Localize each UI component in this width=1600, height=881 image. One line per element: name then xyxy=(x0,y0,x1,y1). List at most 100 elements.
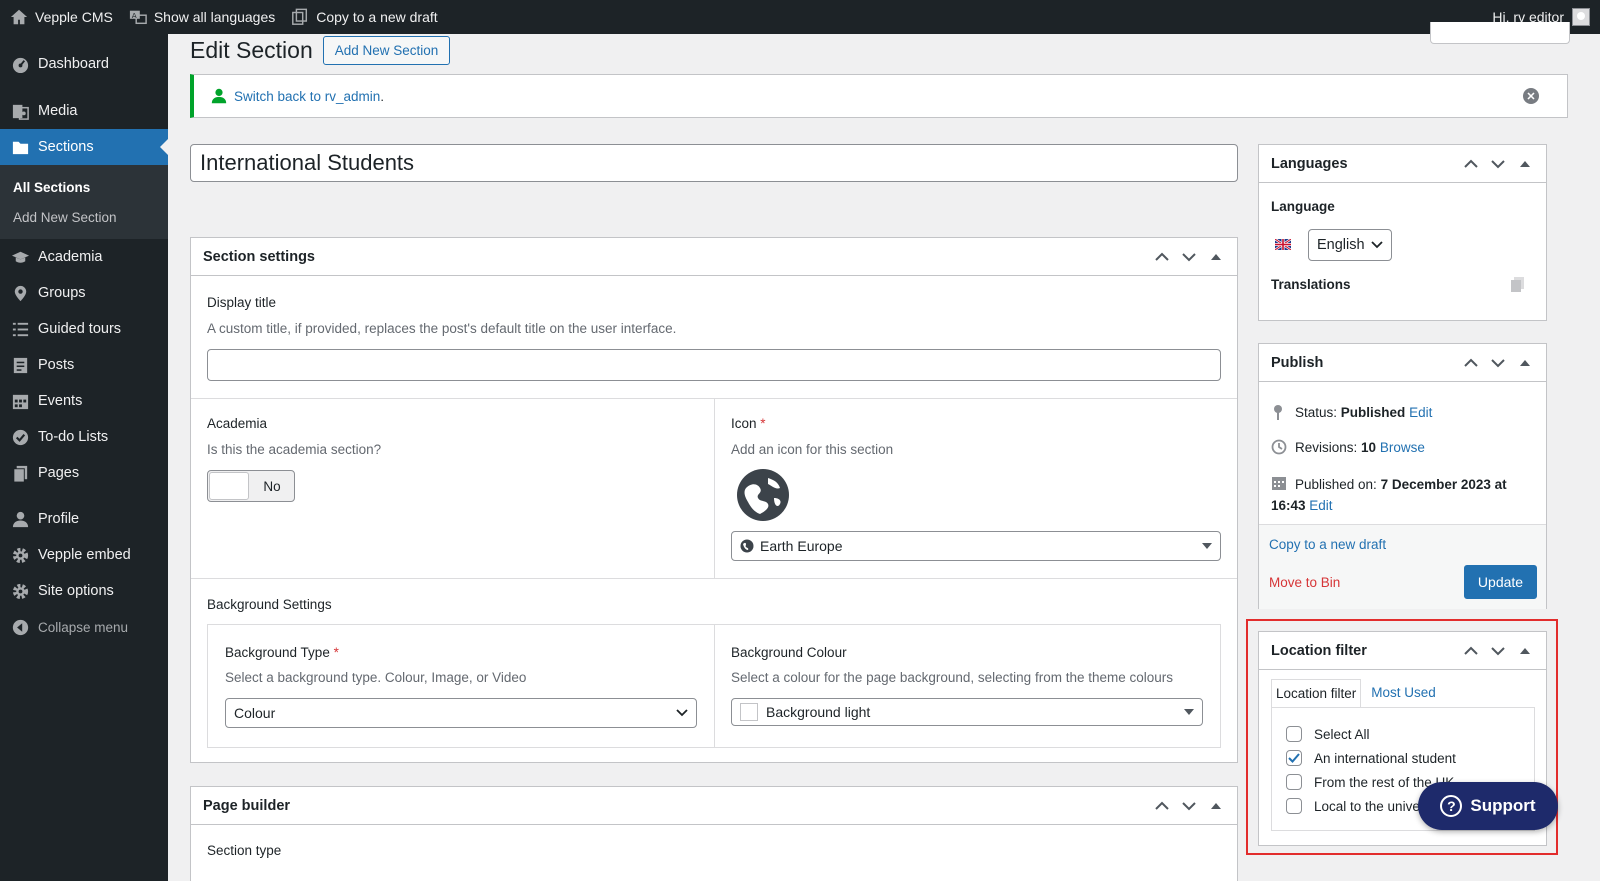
page-title: Edit Section xyxy=(190,36,313,63)
icon-select-value: Earth Europe xyxy=(760,538,843,554)
checkbox[interactable] xyxy=(1286,774,1302,790)
move-down-icon[interactable] xyxy=(1484,646,1511,656)
move-down-icon[interactable] xyxy=(1484,159,1511,169)
move-to-bin-link[interactable]: Move to Bin xyxy=(1269,575,1340,590)
section-type-label: Section type xyxy=(207,843,282,858)
toggle-panel-icon[interactable] xyxy=(1202,802,1229,810)
menu-sections[interactable]: Sections xyxy=(0,129,168,165)
site-name: Vepple CMS xyxy=(35,9,113,25)
menu-academia[interactable]: Academia xyxy=(0,239,168,275)
status-row: Status: Published Edit xyxy=(1271,404,1432,420)
display-title-desc: A custom title, if provided, replaces th… xyxy=(207,321,677,336)
tab-location-filter[interactable]: Location filter xyxy=(1271,679,1362,708)
toggle-panel-icon[interactable] xyxy=(1511,647,1538,655)
submenu-add-new-section[interactable]: Add New Section xyxy=(0,202,168,232)
column-divider xyxy=(714,398,715,578)
user-icon xyxy=(210,87,228,105)
add-new-section-button[interactable]: Add New Section xyxy=(322,35,451,65)
menu-academia-label: Academia xyxy=(38,249,103,265)
published-on-row: Published on: 7 December 2023 at 16:43 E… xyxy=(1271,474,1541,516)
academia-toggle-label: No xyxy=(263,478,281,494)
copy-draft-link[interactable]: Copy to a new draft xyxy=(1269,537,1386,552)
section-settings-header: Section settings xyxy=(191,238,1237,276)
location-filter-header: Location filter xyxy=(1259,632,1546,670)
move-down-icon[interactable] xyxy=(1484,358,1511,368)
menu-events[interactable]: Events xyxy=(0,383,168,419)
checkbox[interactable] xyxy=(1286,798,1302,814)
publish-title: Publish xyxy=(1271,354,1324,371)
menu-posts[interactable]: Posts xyxy=(0,347,168,383)
menu-dashboard[interactable]: Dashboard xyxy=(0,46,168,82)
menu-todo-lists[interactable]: To-do Lists xyxy=(0,419,168,455)
published-value: 7 December 2023 at xyxy=(1380,477,1507,492)
folder-icon xyxy=(10,137,30,157)
academia-toggle[interactable]: No xyxy=(207,470,295,502)
background-type-select[interactable]: Colour xyxy=(225,698,697,728)
published-label: Published on: xyxy=(1295,477,1377,492)
move-down-icon[interactable] xyxy=(1175,252,1202,262)
academia-desc: Is this the academia section? xyxy=(207,442,382,457)
move-up-icon[interactable] xyxy=(1148,252,1175,262)
background-settings-label: Background Settings xyxy=(207,597,332,612)
published-edit-link[interactable]: Edit xyxy=(1309,498,1332,513)
earth-europe-icon xyxy=(736,468,790,522)
list-icon xyxy=(10,319,30,339)
support-button[interactable]: ? Support xyxy=(1418,782,1558,830)
move-up-icon[interactable] xyxy=(1148,801,1175,811)
language-label: Language xyxy=(1271,199,1335,214)
menu-guided-tours[interactable]: Guided tours xyxy=(0,311,168,347)
checkbox-checked[interactable] xyxy=(1286,750,1302,766)
show-languages-link[interactable]: A Show all languages xyxy=(121,0,283,34)
display-title-input[interactable] xyxy=(207,349,1221,381)
checklist-item[interactable]: An international student xyxy=(1286,746,1534,770)
background-type-label-text: Background Type xyxy=(225,645,330,660)
menu-profile[interactable]: Profile xyxy=(0,501,168,537)
copy-icon[interactable] xyxy=(1511,277,1525,296)
menu-vepple-embed[interactable]: Vepple embed xyxy=(0,537,168,573)
checklist-item[interactable]: Select All xyxy=(1286,722,1534,746)
post-title-input[interactable]: International Students xyxy=(190,144,1238,182)
revisions-browse-link[interactable]: Browse xyxy=(1380,440,1425,455)
icon-label-text: Icon xyxy=(731,416,757,431)
colour-swatch xyxy=(740,703,758,721)
move-up-icon[interactable] xyxy=(1457,159,1484,169)
revisions-label: Revisions: xyxy=(1295,439,1358,455)
collapse-menu-button[interactable]: Collapse menu xyxy=(0,609,168,645)
language-select[interactable]: English xyxy=(1308,229,1392,261)
menu-todo-lists-label: To-do Lists xyxy=(38,429,109,445)
menu-media[interactable]: Media xyxy=(0,93,168,129)
location-filter-tabs: Location filter Most Used xyxy=(1271,679,1440,708)
menu-dashboard-label: Dashboard xyxy=(38,56,109,72)
toggle-panel-icon[interactable] xyxy=(1511,359,1538,367)
language-value: English xyxy=(1317,237,1365,253)
copy-draft-link[interactable]: Copy to a new draft xyxy=(283,0,445,34)
column-divider xyxy=(714,625,715,747)
toggle-panel-icon[interactable] xyxy=(1202,253,1229,261)
move-up-icon[interactable] xyxy=(1457,646,1484,656)
checkbox[interactable] xyxy=(1286,726,1302,742)
menu-groups[interactable]: Groups xyxy=(0,275,168,311)
status-edit-link[interactable]: Edit xyxy=(1409,405,1432,420)
switch-user-notice: Switch back to rv_admin. ✕ xyxy=(190,74,1568,118)
menu-pages[interactable]: Pages xyxy=(0,455,168,491)
required-marker: * xyxy=(760,416,766,431)
background-colour-select[interactable]: Background light xyxy=(731,698,1203,726)
move-up-icon[interactable] xyxy=(1457,358,1484,368)
home-icon xyxy=(10,8,28,26)
move-down-icon[interactable] xyxy=(1175,801,1202,811)
dismiss-notice-icon[interactable]: ✕ xyxy=(1523,88,1539,104)
update-button[interactable]: Update xyxy=(1464,565,1537,599)
submenu-all-sections[interactable]: All Sections xyxy=(0,172,168,202)
status-label: Status: xyxy=(1295,404,1338,420)
tab-most-used[interactable]: Most Used xyxy=(1367,679,1440,708)
location-pin-icon xyxy=(10,283,30,303)
switch-back-link[interactable]: Switch back to rv_admin xyxy=(234,89,380,104)
icon-select[interactable]: Earth Europe xyxy=(731,531,1221,561)
checklist-item-label: Select All xyxy=(1314,726,1370,742)
calendar-icon xyxy=(1271,475,1287,490)
screen-options-tab[interactable] xyxy=(1430,22,1570,44)
calendar-icon xyxy=(10,391,30,411)
toggle-panel-icon[interactable] xyxy=(1511,160,1538,168)
site-name-link[interactable]: Vepple CMS xyxy=(0,0,121,34)
menu-site-options[interactable]: Site options xyxy=(0,573,168,609)
